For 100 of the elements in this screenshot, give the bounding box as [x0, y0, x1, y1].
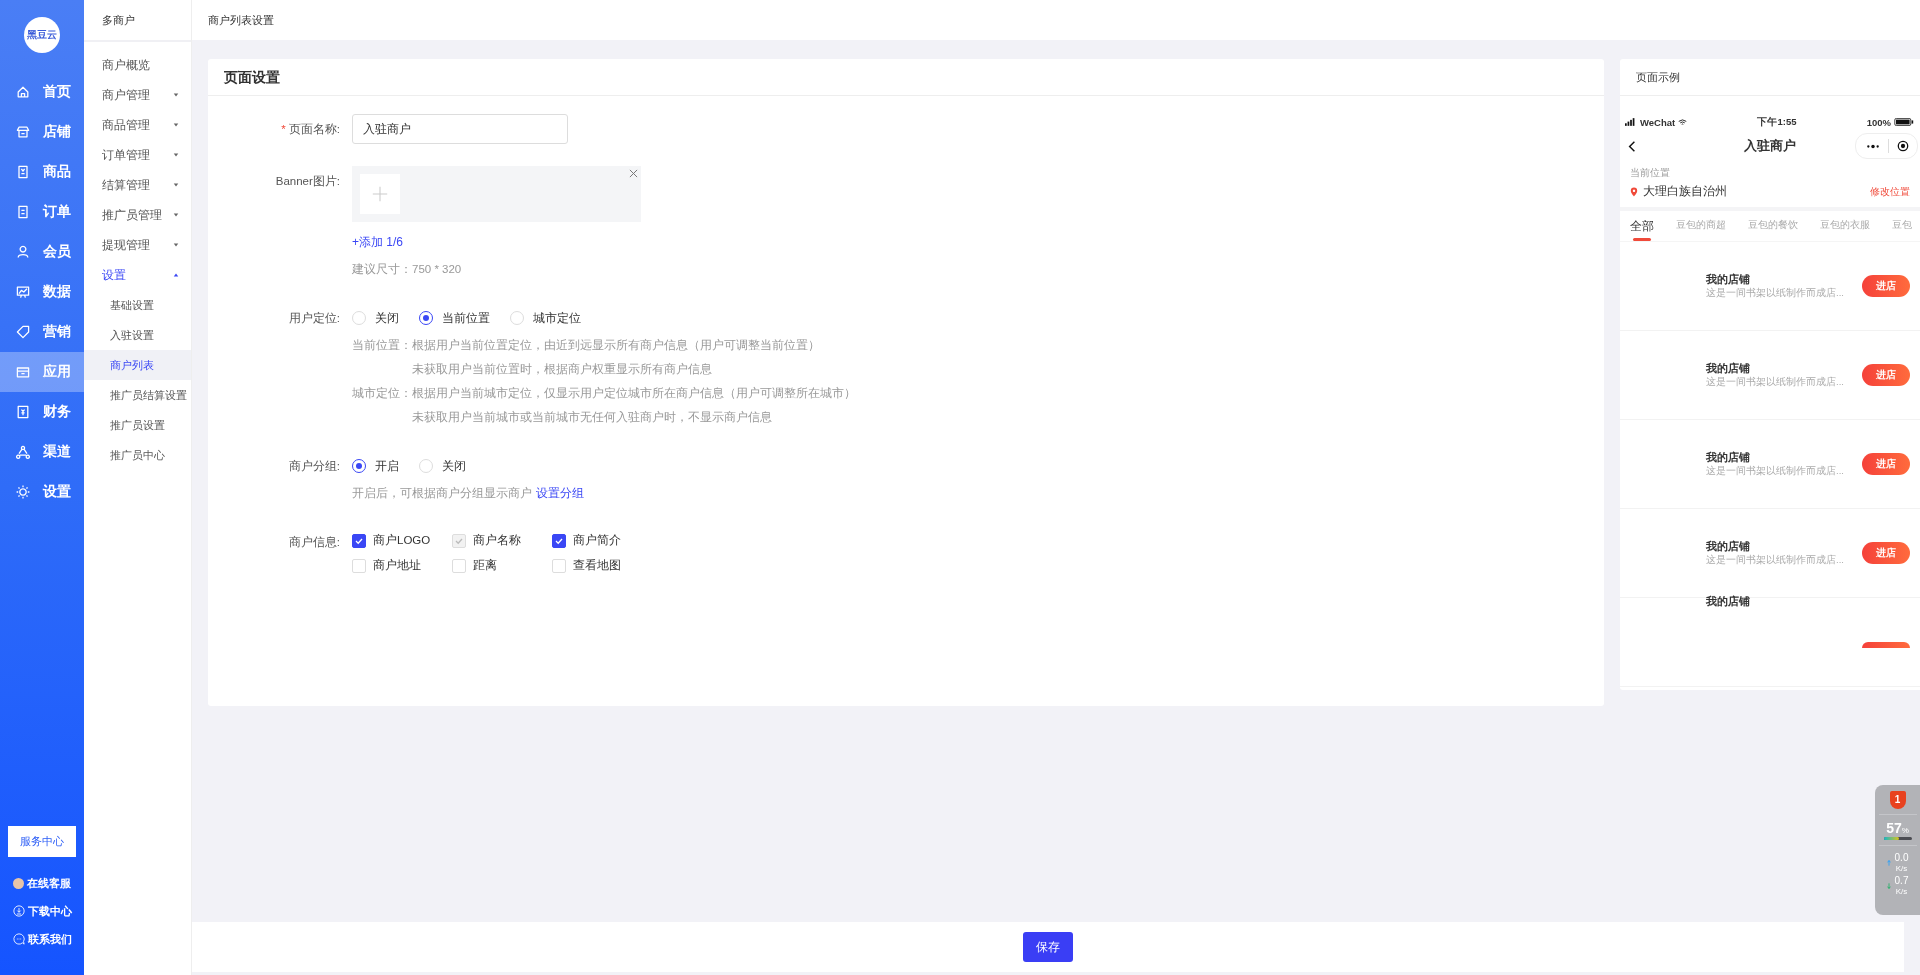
enter-store-button[interactable]: 进店: [1862, 364, 1910, 386]
avatar-icon: [13, 877, 24, 889]
close-target-icon[interactable]: [1897, 140, 1909, 152]
nav-item[interactable]: 数据: [0, 272, 84, 312]
battery-icon: [1894, 118, 1914, 126]
more-icon[interactable]: [1866, 143, 1880, 149]
mini-program-title: 入驻商户: [1744, 137, 1796, 155]
system-monitor-widget[interactable]: 1 57% 0.0 K/s 0.7 K/s: [1875, 785, 1920, 915]
category-tab[interactable]: 全部: [1630, 219, 1654, 241]
speed-unit: K/s: [1895, 863, 1908, 874]
store-name: 我的店铺: [1706, 361, 1751, 376]
settings-icon: [15, 484, 31, 500]
caret-icon: [173, 182, 179, 188]
nav-item[interactable]: 订单: [0, 192, 84, 232]
store-name: 我的店铺: [1706, 594, 1751, 609]
logo: 黑豆云: [24, 17, 60, 53]
store-name: 我的店铺: [1706, 539, 1751, 554]
status-time: 下午1:55: [1757, 115, 1797, 129]
sidebar-link[interactable]: 下载中心: [0, 897, 84, 925]
field-label: 商户分组:: [288, 460, 340, 472]
required-mark: *: [281, 123, 286, 135]
radio-option[interactable]: 当前位置: [419, 310, 490, 326]
caret-icon: [173, 272, 179, 278]
nav-item[interactable]: 渠道: [0, 432, 84, 472]
nav-item[interactable]: 店铺: [0, 112, 84, 152]
breadcrumb: 商户列表设置: [208, 12, 274, 28]
caret-icon: [173, 152, 179, 158]
radio-option[interactable]: 关闭: [419, 458, 466, 474]
location-pin-icon: [1630, 186, 1638, 197]
note-label: 当前位置：: [352, 338, 412, 353]
group-settings-link[interactable]: 设置分组: [536, 485, 584, 501]
checkbox-option[interactable]: 商户LOGO: [352, 531, 452, 550]
sidebar-link[interactable]: 联系我们: [0, 925, 84, 953]
back-icon[interactable]: [1628, 139, 1636, 153]
enter-store-button[interactable]: 进店: [1862, 275, 1910, 297]
enter-store-button[interactable]: [1862, 642, 1910, 648]
plus-icon: [371, 185, 389, 203]
city-name: 大理白族自治州: [1643, 184, 1727, 199]
service-center-button[interactable]: 服务中心: [8, 826, 76, 857]
carrier-text: WeChat: [1640, 116, 1676, 128]
nav-item[interactable]: 设置: [0, 472, 84, 512]
download-speed: 0.7: [1894, 875, 1909, 886]
submenu-item[interactable]: 基础设置: [84, 290, 191, 320]
page-name-input[interactable]: 入驻商户: [352, 114, 568, 144]
shield-badge: 1: [1889, 791, 1906, 809]
chat-icon: [12, 933, 25, 945]
nav-item[interactable]: 营销: [0, 312, 84, 352]
radio-option[interactable]: 关闭: [352, 310, 399, 326]
submenu-item[interactable]: 推广员结算设置: [84, 380, 191, 410]
note-text: 根据用户当前位置定位，由近到远显示所有商户信息（用户可调整当前位置）: [412, 338, 820, 353]
menu-item[interactable]: 提现管理: [84, 230, 191, 260]
wifi-icon: [1678, 118, 1688, 126]
menu-item[interactable]: 商户管理: [84, 80, 191, 110]
caret-icon: [173, 212, 179, 218]
checkbox-option[interactable]: 查看地图: [552, 556, 662, 575]
add-banner-link[interactable]: +添加 1/6: [352, 234, 404, 251]
upload-arrow-icon: [1886, 859, 1891, 867]
checkbox-option[interactable]: 商户地址: [352, 556, 452, 575]
capsule-menu[interactable]: [1855, 133, 1918, 159]
shop-icon: [15, 124, 31, 140]
field-label: Banner图片:: [275, 175, 340, 187]
submenu-item[interactable]: 商户列表: [84, 350, 191, 380]
menu-item[interactable]: 推广员管理: [84, 200, 191, 230]
enter-store-button[interactable]: 进店: [1862, 542, 1910, 564]
card-title: 页面设置: [208, 59, 1604, 96]
note-text: 未获取用户当前城市或当前城市无任何入驻商户时，不显示商户信息: [412, 410, 773, 425]
radio-option[interactable]: 开启: [352, 458, 399, 474]
field-label: 页面名称:: [288, 123, 340, 135]
menu-item[interactable]: 订单管理: [84, 140, 191, 170]
product-icon: [15, 164, 31, 180]
checkbox-option[interactable]: 距离: [452, 556, 552, 575]
signal-icon: [1625, 118, 1637, 126]
menu-item[interactable]: 商户概览: [84, 50, 191, 80]
menu-item[interactable]: 结算管理: [84, 170, 191, 200]
tag-icon: [15, 324, 31, 340]
document-icon: [15, 204, 31, 220]
close-icon[interactable]: [629, 169, 638, 178]
sidebar-link[interactable]: 在线客服: [0, 869, 84, 897]
caret-icon: [173, 92, 179, 98]
save-button[interactable]: 保存: [1023, 932, 1073, 962]
nav-item[interactable]: 商品: [0, 152, 84, 192]
checkbox-option[interactable]: 商户简介: [552, 531, 662, 550]
preview-title: 页面示例: [1620, 59, 1920, 96]
submenu-item[interactable]: 推广员设置: [84, 410, 191, 440]
menu-item[interactable]: 商品管理: [84, 110, 191, 140]
nav-item[interactable]: 财务: [0, 392, 84, 432]
note-label: 城市定位：: [352, 386, 412, 401]
chart-icon: [15, 284, 31, 300]
enter-store-button[interactable]: 进店: [1862, 453, 1910, 475]
field-label: 商户信息:: [288, 536, 340, 548]
caret-icon: [173, 122, 179, 128]
location-caption: 当前位置: [1630, 167, 1671, 180]
nav-item[interactable]: 会员: [0, 232, 84, 272]
radio-option[interactable]: 城市定位: [510, 310, 581, 326]
menu-item[interactable]: 设置: [84, 260, 191, 290]
nav-item[interactable]: 首页: [0, 72, 84, 112]
submenu-item[interactable]: 入驻设置: [84, 320, 191, 350]
change-location-link[interactable]: 修改位置: [1870, 184, 1910, 199]
field-label: 用户定位:: [288, 312, 340, 324]
submenu-item[interactable]: 推广员中心: [84, 440, 191, 470]
